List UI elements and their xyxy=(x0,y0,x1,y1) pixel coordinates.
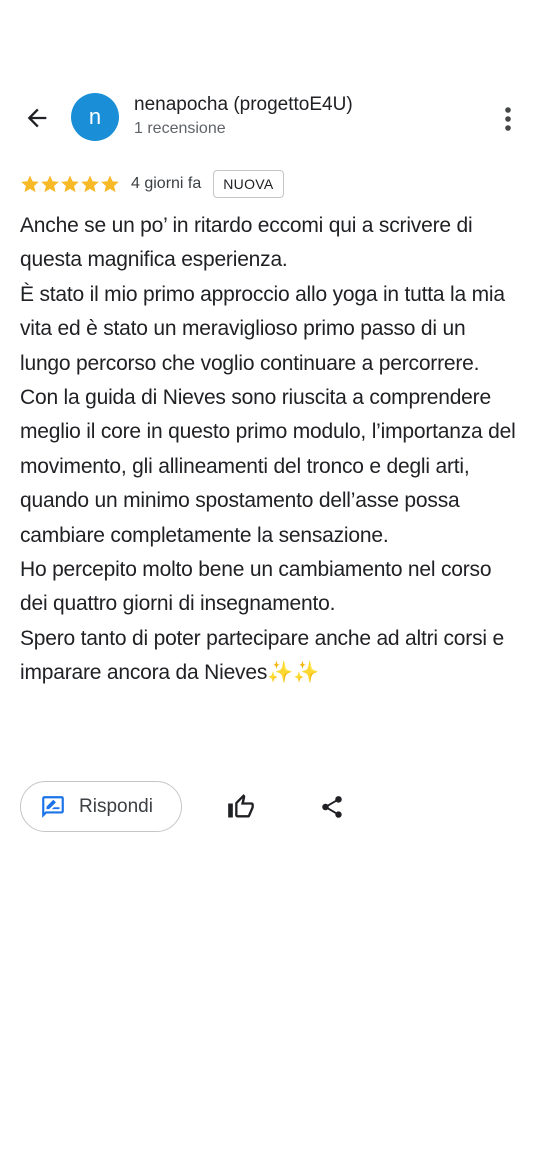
review-actions: Rispondi xyxy=(20,781,540,834)
new-badge: NUOVA xyxy=(213,170,284,198)
review-paragraph: Con la guida di Nieves sono riuscita a c… xyxy=(20,386,516,547)
review-paragraph: Spero tanto di poter partecipare anche a… xyxy=(20,626,504,685)
star-icon xyxy=(61,175,79,193)
arrow-back-icon xyxy=(27,108,47,128)
star-icon xyxy=(41,175,59,193)
like-button[interactable] xyxy=(224,791,258,823)
reply-label: Rispondi xyxy=(79,795,153,817)
star-icon xyxy=(81,175,99,193)
author-name[interactable]: nenapocha (progettoE4U) xyxy=(134,94,353,116)
avatar-letter: n xyxy=(88,104,102,129)
share-button[interactable] xyxy=(316,791,348,823)
review-text: Anche se un po’ in ritardo eccomi qui a … xyxy=(20,209,520,691)
review-date: 4 giorni fa xyxy=(131,175,202,192)
review-paragraph: Ho percepito molto bene un cambiamento n… xyxy=(20,558,492,616)
star-icon xyxy=(21,175,39,193)
avatar[interactable]: n xyxy=(71,93,119,141)
author-review-count: 1 recensione xyxy=(134,120,226,137)
star-icon xyxy=(101,175,119,193)
rating-row: 4 giorni fa NUOVA xyxy=(20,168,284,200)
review-header: n nenapocha (progettoE4U) 1 recensione xyxy=(0,88,550,148)
review-paragraph: Anche se un po’ in ritardo eccomi qui a … xyxy=(20,214,473,272)
more-vertical-icon xyxy=(505,107,511,131)
more-options-button[interactable] xyxy=(494,102,522,136)
star-rating xyxy=(20,174,120,194)
rate-review-icon xyxy=(40,794,66,820)
review-paragraph: È stato il mio primo approccio allo yoga… xyxy=(20,282,505,375)
back-button[interactable] xyxy=(18,100,56,136)
thumb-up-icon xyxy=(228,794,254,818)
share-icon xyxy=(322,796,342,818)
reply-button[interactable]: Rispondi xyxy=(20,781,182,832)
